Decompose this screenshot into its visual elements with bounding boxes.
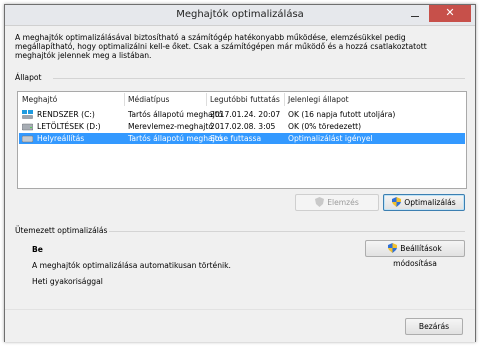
description-text: A meghajtók optimalizálásával biztosítha…	[15, 33, 427, 60]
drive-row-recovery[interactable]: Helyreállítás Tartós állapotú meghajtó S…	[19, 133, 465, 144]
close-button[interactable]: Bezárás	[405, 318, 463, 335]
hard-drive-icon	[22, 123, 33, 131]
media-type: Tartós állapotú meghajtó	[128, 110, 223, 119]
change-settings-label: Beállítások módosítása	[393, 244, 442, 268]
status-divider	[53, 78, 465, 79]
media-type: Tartós állapotú meghajtó	[128, 134, 223, 143]
shield-icon	[315, 197, 325, 207]
windows-drive-icon	[22, 110, 33, 119]
drive-row-d[interactable]: LETÖLTÉSEK (D:) Merevlemez-meghajtó 2017…	[19, 121, 465, 132]
last-run: 2017.01.24. 20:07	[210, 110, 281, 119]
optimize-label: Optimalizálás	[404, 198, 456, 207]
analyze-button[interactable]: Elemzés	[295, 194, 379, 211]
drive-list[interactable]: Meghajtó Médiatípus Legutóbbi futtatás J…	[17, 91, 467, 189]
column-header-drive[interactable]: Meghajtó	[22, 95, 57, 104]
drive-name: LETÖLTÉSEK (D:)	[37, 122, 101, 131]
drive-row-c[interactable]: RENDSZER (C:) Tartós állapotú meghajtó 2…	[19, 109, 465, 120]
column-divider	[206, 93, 207, 106]
shield-icon	[388, 243, 398, 253]
column-header-state[interactable]: Jelenlegi állapot	[288, 95, 349, 104]
title-bar: Meghajtók optimalizálása ✕	[5, 5, 475, 26]
optimize-button[interactable]: Optimalizálás	[383, 194, 465, 211]
hard-drive-icon	[22, 135, 33, 143]
media-type: Merevlemez-meghajtó	[128, 122, 214, 131]
last-run: Sose futtassa	[210, 134, 262, 143]
footer-bar: Bezárás	[5, 309, 475, 342]
close-window-button[interactable]: ✕	[429, 5, 471, 22]
analyze-label: Elemzés	[327, 198, 359, 207]
current-state: OK (16 napja futott utoljára)	[288, 110, 396, 119]
status-section-label: Állapot	[15, 73, 42, 82]
current-state: Optimalizálást igényel	[288, 134, 373, 143]
column-divider	[124, 93, 125, 106]
column-header-last-run[interactable]: Legutóbbi futtatás	[210, 95, 280, 104]
drive-name: RENDSZER (C:)	[37, 110, 95, 119]
schedule-state: Be	[32, 245, 43, 254]
drive-name: Helyreállítás	[37, 134, 85, 143]
schedule-section-label: Ütemezett optimalizálás	[15, 226, 108, 235]
change-settings-button[interactable]: Beállítások módosítása	[365, 240, 465, 268]
schedule-divider	[109, 231, 465, 232]
optimize-drives-window: Meghajtók optimalizálása ✕ A meghajtók o…	[4, 4, 476, 342]
last-run: 2017.02.08. 3:05	[210, 122, 276, 131]
column-divider	[284, 93, 285, 106]
current-state: OK (0% töredezett)	[288, 122, 362, 131]
schedule-detail: A meghajtók optimalizálása automatikusan…	[32, 261, 231, 270]
shield-icon	[392, 197, 402, 207]
column-header-media[interactable]: Médiatípus	[128, 95, 169, 104]
minimize-button[interactable]	[403, 6, 427, 22]
schedule-frequency: Heti gyakorisággal	[32, 277, 103, 286]
